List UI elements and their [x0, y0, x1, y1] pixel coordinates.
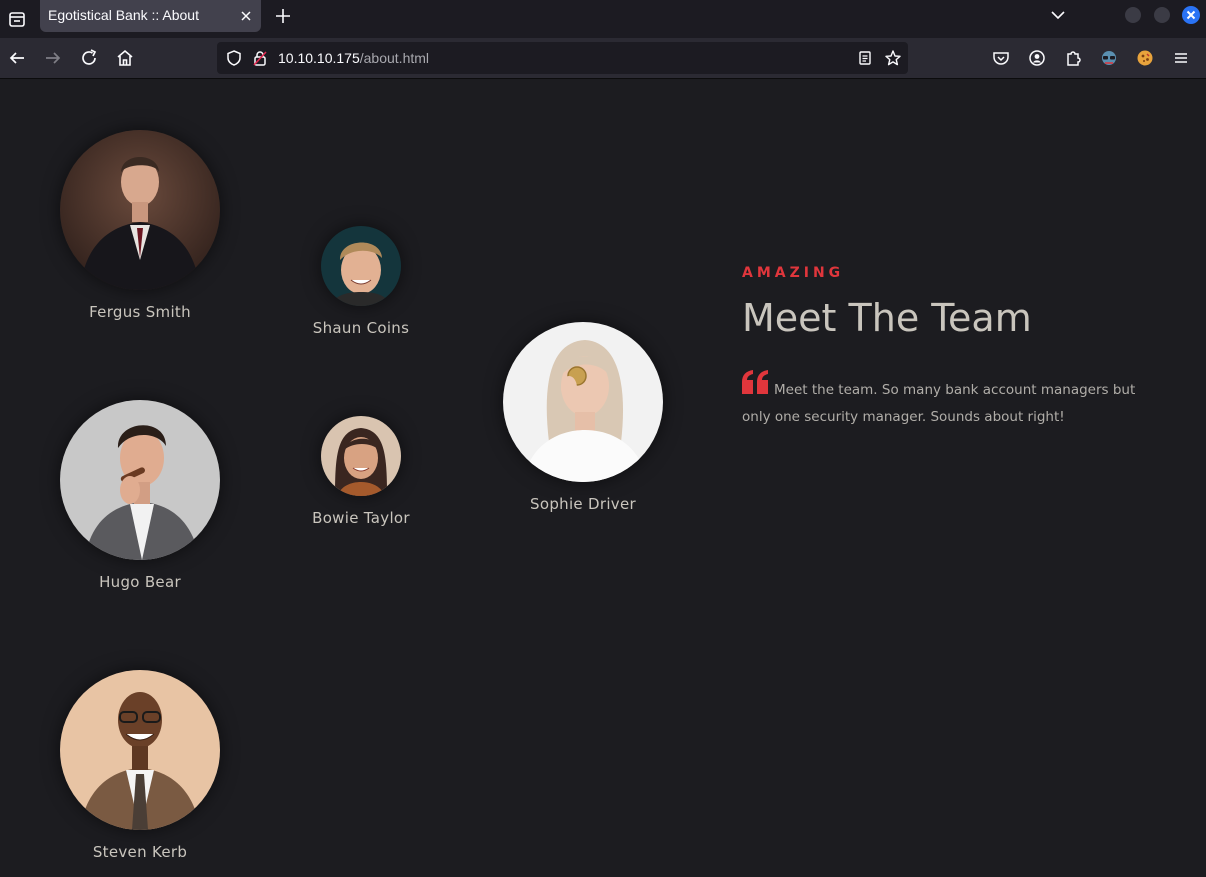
back-arrow-icon[interactable] [5, 46, 29, 70]
team-member-card: Fergus Smith [60, 130, 220, 321]
navigation-toolbar: 10.10.10.175/about.html [0, 38, 1206, 79]
home-icon[interactable] [113, 46, 137, 70]
extension-cookie-icon[interactable] [1133, 46, 1157, 70]
url-host: 10.10.10.175 [278, 50, 360, 66]
avatar [60, 130, 220, 290]
page-content: Fergus Smith Shaun Coins Hugo Bear Bowie… [0, 79, 1206, 877]
tab-list-icon[interactable] [4, 6, 30, 32]
reader-view-icon[interactable] [856, 49, 874, 67]
bookmark-star-icon[interactable] [884, 49, 902, 67]
member-name: Bowie Taylor [312, 509, 410, 527]
team-quote: Meet the team. So many bank account mana… [742, 382, 1136, 425]
team-member-card: Shaun Coins [301, 226, 421, 337]
member-name: Fergus Smith [89, 303, 191, 321]
avatar [321, 226, 401, 306]
address-bar[interactable]: 10.10.10.175/about.html [217, 42, 908, 74]
member-name: Hugo Bear [99, 573, 181, 591]
reload-icon[interactable] [77, 46, 101, 70]
avatar [60, 670, 220, 830]
extensions-icon[interactable] [1061, 46, 1085, 70]
tab-bar: Egotistical Bank :: About [0, 0, 1206, 38]
new-tab-icon[interactable] [272, 5, 294, 27]
avatar [60, 400, 220, 560]
member-name: Shaun Coins [312, 319, 410, 337]
insecure-lock-icon[interactable] [251, 49, 269, 67]
tab-title: Egotistical Bank :: About [48, 7, 199, 23]
url-text[interactable]: 10.10.10.175/about.html [278, 50, 429, 66]
forward-arrow-icon[interactable] [41, 46, 65, 70]
url-path: /about.html [359, 50, 430, 66]
avatar [321, 416, 401, 496]
team-member-card: Bowie Taylor [301, 416, 421, 527]
extension-mask-icon[interactable] [1097, 46, 1121, 70]
team-member-card: Steven Kerb [60, 670, 220, 861]
window-maximize-button[interactable] [1154, 7, 1170, 23]
team-member-card: Hugo Bear [60, 400, 220, 591]
page-title: Meet The Team [742, 296, 1032, 340]
menu-hamburger-icon[interactable] [1169, 46, 1193, 70]
member-name: Sophie Driver [530, 495, 636, 513]
pocket-icon[interactable] [989, 46, 1013, 70]
browser-tab-active[interactable]: Egotistical Bank :: About [40, 0, 261, 32]
account-icon[interactable] [1025, 46, 1049, 70]
chevron-down-icon[interactable] [1048, 5, 1068, 25]
avatar [503, 322, 663, 482]
window-minimize-button[interactable] [1125, 7, 1141, 23]
team-member-card: Sophie Driver [503, 322, 663, 513]
member-name: Steven Kerb [92, 843, 188, 861]
close-tab-icon[interactable] [236, 6, 256, 26]
window-close-button[interactable] [1182, 6, 1200, 24]
section-eyebrow: AMAZING [742, 265, 845, 281]
shield-icon[interactable] [225, 49, 243, 67]
